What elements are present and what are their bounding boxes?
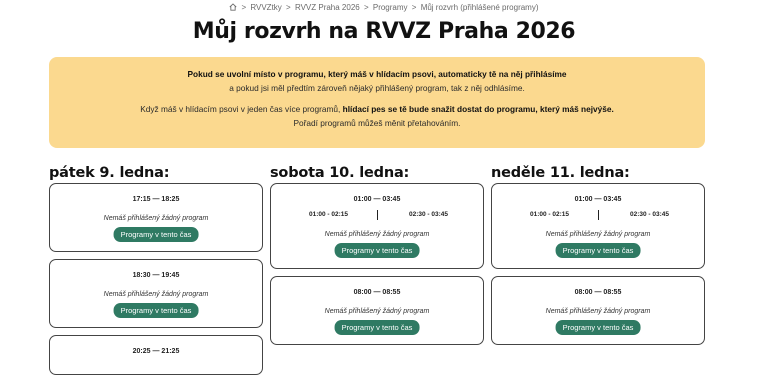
slot-time: 01:00 — 03:45 [574,196,622,203]
empty-slot-text: Nemáš přihlášený žádný program [103,291,209,298]
empty-slot-text: Nemáš přihlášený žádný program [324,308,430,315]
info-notice: Pokud se uvolní místo v programu, který … [49,57,705,148]
day-heading: neděle 11. ledna: [491,165,630,181]
time-slot: 08:00 — 08:55 Nemáš přihlášený žádný pro… [270,276,484,345]
breadcrumb-separator: > [411,3,417,12]
empty-slot-text: Nemáš přihlášený žádný program [103,215,209,222]
day-column-friday: pátek 9. ledna: [49,165,170,181]
notice-line-3: Když máš v hlídacím psovi v jeden čas ví… [140,104,614,114]
time-slot: 17:15 — 18:25 Nemáš přihlášený žádný pro… [49,183,263,252]
sub-slot-divider [598,210,599,220]
page-title: Můj rozvrh na RVVZ Praha 2026 [192,19,576,44]
breadcrumb-separator: > [363,3,369,12]
programs-at-time-button[interactable]: Programy v tento čas [113,303,199,318]
time-slot: 20:25 — 21:25 [49,335,263,375]
time-slot: 01:00 — 03:45 01:00 - 02:15 02:30 - 03:4… [491,183,705,269]
slot-time: 18:30 — 19:45 [132,272,180,279]
day-heading: sobota 10. ledna: [270,165,410,181]
breadcrumb-separator: > [286,3,291,12]
notice-line-4: Pořadí programů můžeš měnit přetahováním… [293,118,461,128]
notice-line-1: Pokud se uvolní místo v programu, který … [187,69,567,79]
programs-at-time-button[interactable]: Programy v tento čas [334,320,420,335]
breadcrumb-separator: > [241,3,247,12]
day-column-saturday: sobota 10. ledna: [270,165,409,181]
sub-slot-time: 01:00 - 02:15 [530,211,570,218]
programs-at-time-button[interactable]: Programy v tento čas [334,243,420,258]
home-icon[interactable] [229,3,237,13]
notice-line-2: a pokud jsi měl předtím zároveň nějaký p… [229,83,525,93]
sub-slot-divider [377,210,378,220]
breadcrumb-item-programy[interactable]: Programy [373,3,408,12]
breadcrumb-item-current: Můj rozvrh (přihlášené programy) [420,3,539,12]
empty-slot-text: Nemáš přihlášený žádný program [545,231,651,238]
breadcrumb: > RVVZtky > RVVZ Praha 2026 > Programy >… [0,3,768,13]
programs-at-time-button[interactable]: Programy v tento čas [113,227,199,242]
sub-slot-time: 01:00 - 02:15 [309,211,349,218]
empty-slot-text: Nemáš přihlášený žádný program [324,231,430,238]
slot-time: 08:00 — 08:55 [574,289,622,296]
slot-time: 08:00 — 08:55 [353,289,401,296]
time-slot: 01:00 — 03:45 01:00 - 02:15 02:30 - 03:4… [270,183,484,269]
day-column-sunday: neděle 11. ledna: [491,165,630,181]
time-slot: 08:00 — 08:55 Nemáš přihlášený žádný pro… [491,276,705,345]
slot-time: 20:25 — 21:25 [132,348,180,355]
slot-time: 17:15 — 18:25 [132,196,180,203]
breadcrumb-item-rvvztky[interactable]: RVVZtky [250,3,281,12]
time-slot: 18:30 — 19:45 Nemáš přihlášený žádný pro… [49,259,263,328]
day-heading: pátek 9. ledna: [49,165,170,181]
programs-at-time-button[interactable]: Programy v tento čas [555,243,641,258]
programs-at-time-button[interactable]: Programy v tento čas [555,320,641,335]
empty-slot-text: Nemáš přihlášený žádný program [545,308,651,315]
sub-slot-time: 02:30 - 03:45 [409,211,449,218]
breadcrumb-item-event[interactable]: RVVZ Praha 2026 [295,3,360,12]
slot-time: 01:00 — 03:45 [353,196,401,203]
sub-slot-time: 02:30 - 03:45 [630,211,670,218]
